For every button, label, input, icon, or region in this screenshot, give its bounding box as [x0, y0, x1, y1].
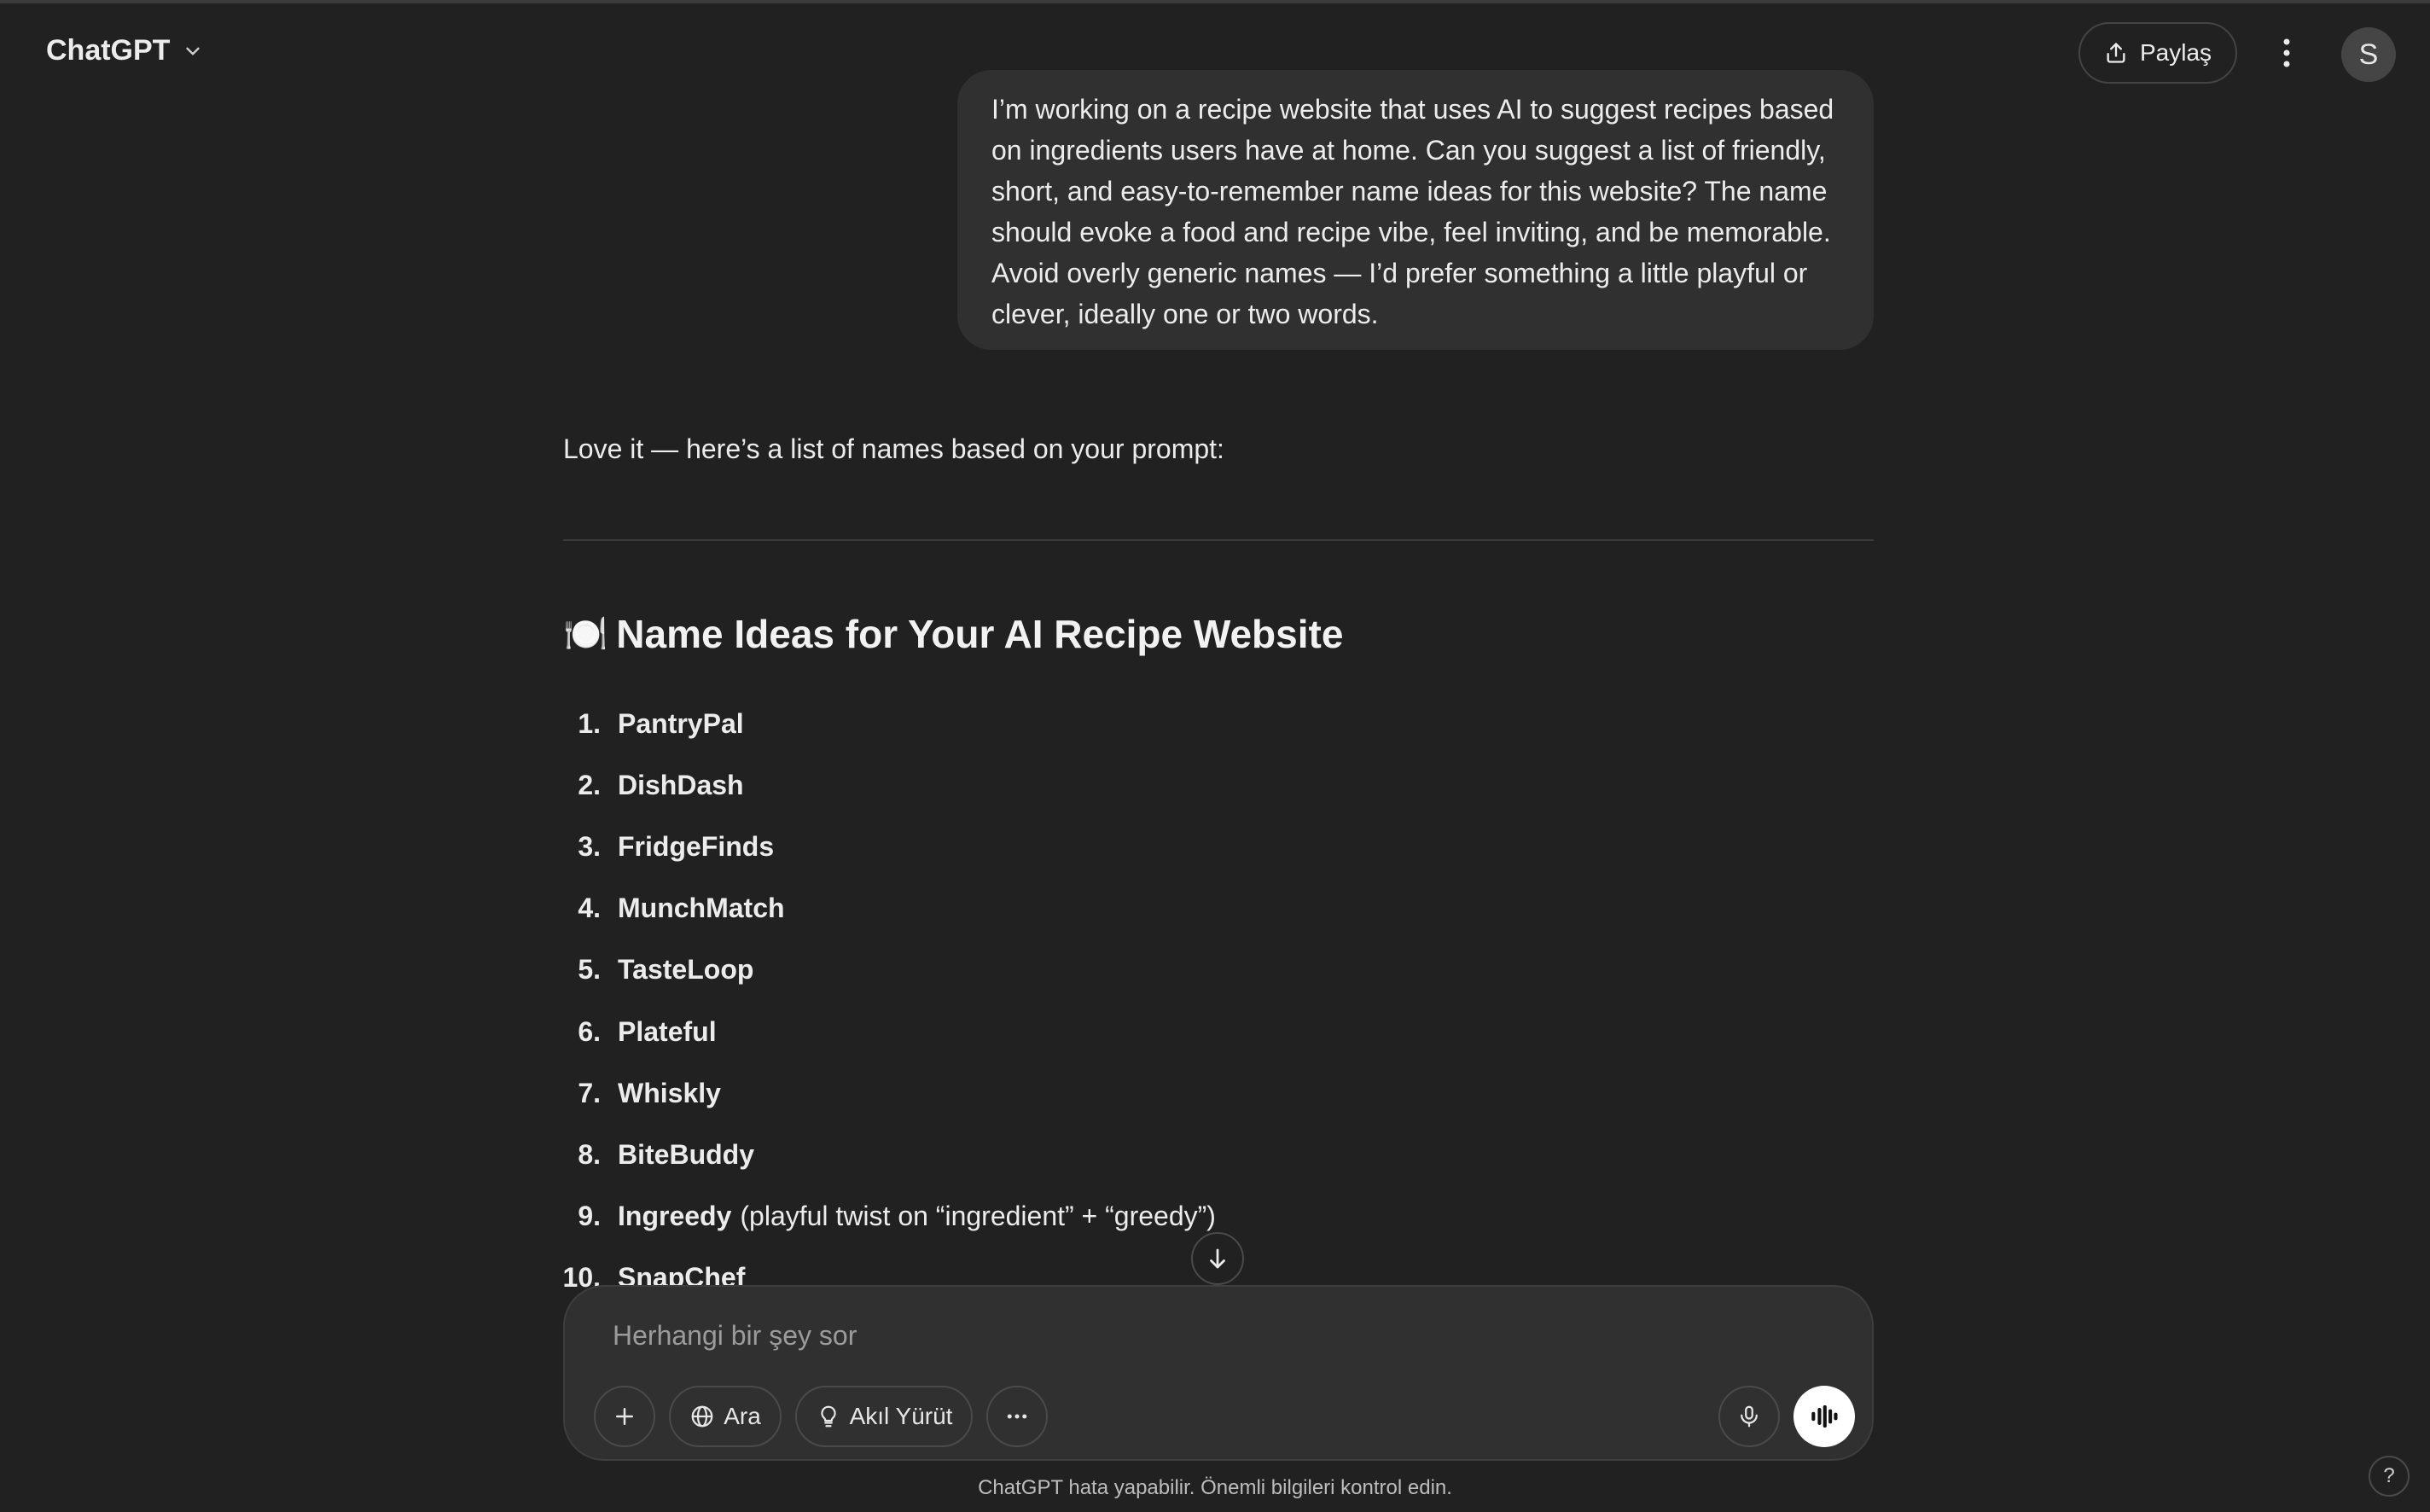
dictate-button[interactable]	[1718, 1386, 1780, 1447]
more-horizontal-icon	[1007, 1414, 1027, 1419]
name-idea: Plateful	[618, 1015, 717, 1047]
share-button[interactable]: Paylaş	[2078, 22, 2237, 84]
model-switcher[interactable]: ChatGPT	[46, 34, 204, 67]
name-idea: Ingreedy	[618, 1201, 732, 1232]
user-message-bubble: I’m working on a recipe website that use…	[957, 70, 1874, 350]
heading-text: Name Ideas for Your AI Recipe Website	[616, 612, 1344, 656]
search-label: Ara	[724, 1403, 761, 1429]
attach-button[interactable]	[594, 1386, 655, 1447]
list-number: 6.	[578, 1015, 601, 1047]
list-number: 2.	[578, 769, 601, 800]
name-idea: BiteBuddy	[618, 1138, 754, 1170]
name-idea-note: (playful twist on “ingredient” + “greedy…	[740, 1201, 1216, 1232]
list-item: 7. Whiskly	[546, 1062, 1216, 1124]
assistant-intro-text: Love it — here’s a list of names based o…	[563, 433, 1224, 464]
more-vertical-icon	[2283, 38, 2290, 67]
list-number: 8.	[578, 1138, 601, 1170]
lightbulb-icon	[820, 1405, 836, 1428]
list-number: 7.	[578, 1077, 601, 1108]
list-item: 9. Ingreedy (playful twist on “ingredient”…	[546, 1186, 1216, 1247]
search-button[interactable]: Ara	[669, 1386, 782, 1447]
list-item: 1. PantryPal	[546, 693, 1216, 754]
more-options-button[interactable]	[2263, 29, 2311, 77]
list-number: 3.	[578, 830, 601, 862]
name-idea: DishDash	[618, 769, 744, 800]
name-idea: PantryPal	[618, 707, 744, 739]
reason-button[interactable]: Akıl Yürüt	[795, 1386, 973, 1447]
voice-waveform-icon	[1811, 1404, 1838, 1428]
name-idea: TasteLoop	[618, 954, 754, 986]
composer: Ara Akıl Yürüt	[563, 1285, 1874, 1461]
user-message-text: I’m working on a recipe website that use…	[991, 94, 1834, 329]
disclaimer: ChatGPT hata yapabilir. Önemli bilgileri…	[978, 1476, 1452, 1499]
list-item: 4. MunchMatch	[546, 878, 1216, 939]
list-item: 3. FridgeFinds	[546, 816, 1216, 877]
list-item: 5. TasteLoop	[546, 939, 1216, 1001]
scroll-to-bottom-button[interactable]	[1191, 1232, 1244, 1285]
list-number: 1.	[578, 707, 601, 739]
list-number: 9.	[578, 1201, 601, 1232]
name-ideas-list: 1. PantryPal 2. DishDash 3. FridgeFinds 4. M…	[546, 693, 1216, 1309]
divider	[563, 539, 1874, 541]
list-number: 5.	[578, 954, 601, 986]
list-item: 6. Plateful	[546, 1001, 1216, 1062]
chevron-down-icon	[186, 47, 201, 55]
voice-mode-button[interactable]	[1793, 1386, 1855, 1447]
list-number: 4.	[578, 893, 601, 924]
list-item: 2. DishDash	[546, 754, 1216, 816]
microphone-icon	[1741, 1405, 1758, 1428]
share-label: Paylaş	[2139, 39, 2212, 66]
share-icon	[2107, 43, 2125, 63]
name-idea: FridgeFinds	[618, 830, 775, 862]
plate-emoji-icon: 🍽️	[563, 613, 608, 654]
chat-window: ChatGPT Paylaş S I’m working on a recipe…	[0, 0, 2430, 1512]
response-heading: 🍽️ Name Ideas for Your AI Recipe Website	[563, 611, 1343, 657]
model-label: ChatGPT	[46, 34, 171, 67]
arrow-down-icon	[1210, 1248, 1225, 1269]
avatar[interactable]: S	[2341, 27, 2396, 82]
help-button[interactable]: ?	[2369, 1456, 2410, 1497]
more-tools-button[interactable]	[986, 1386, 1048, 1447]
reason-label: Akıl Yürüt	[849, 1403, 953, 1429]
globe-icon	[691, 1405, 713, 1428]
prompt-input[interactable]	[611, 1314, 1724, 1357]
name-idea: MunchMatch	[618, 893, 785, 924]
name-idea: Whiskly	[618, 1077, 721, 1108]
list-item: 8. BiteBuddy	[546, 1124, 1216, 1185]
plus-icon	[616, 1408, 633, 1425]
